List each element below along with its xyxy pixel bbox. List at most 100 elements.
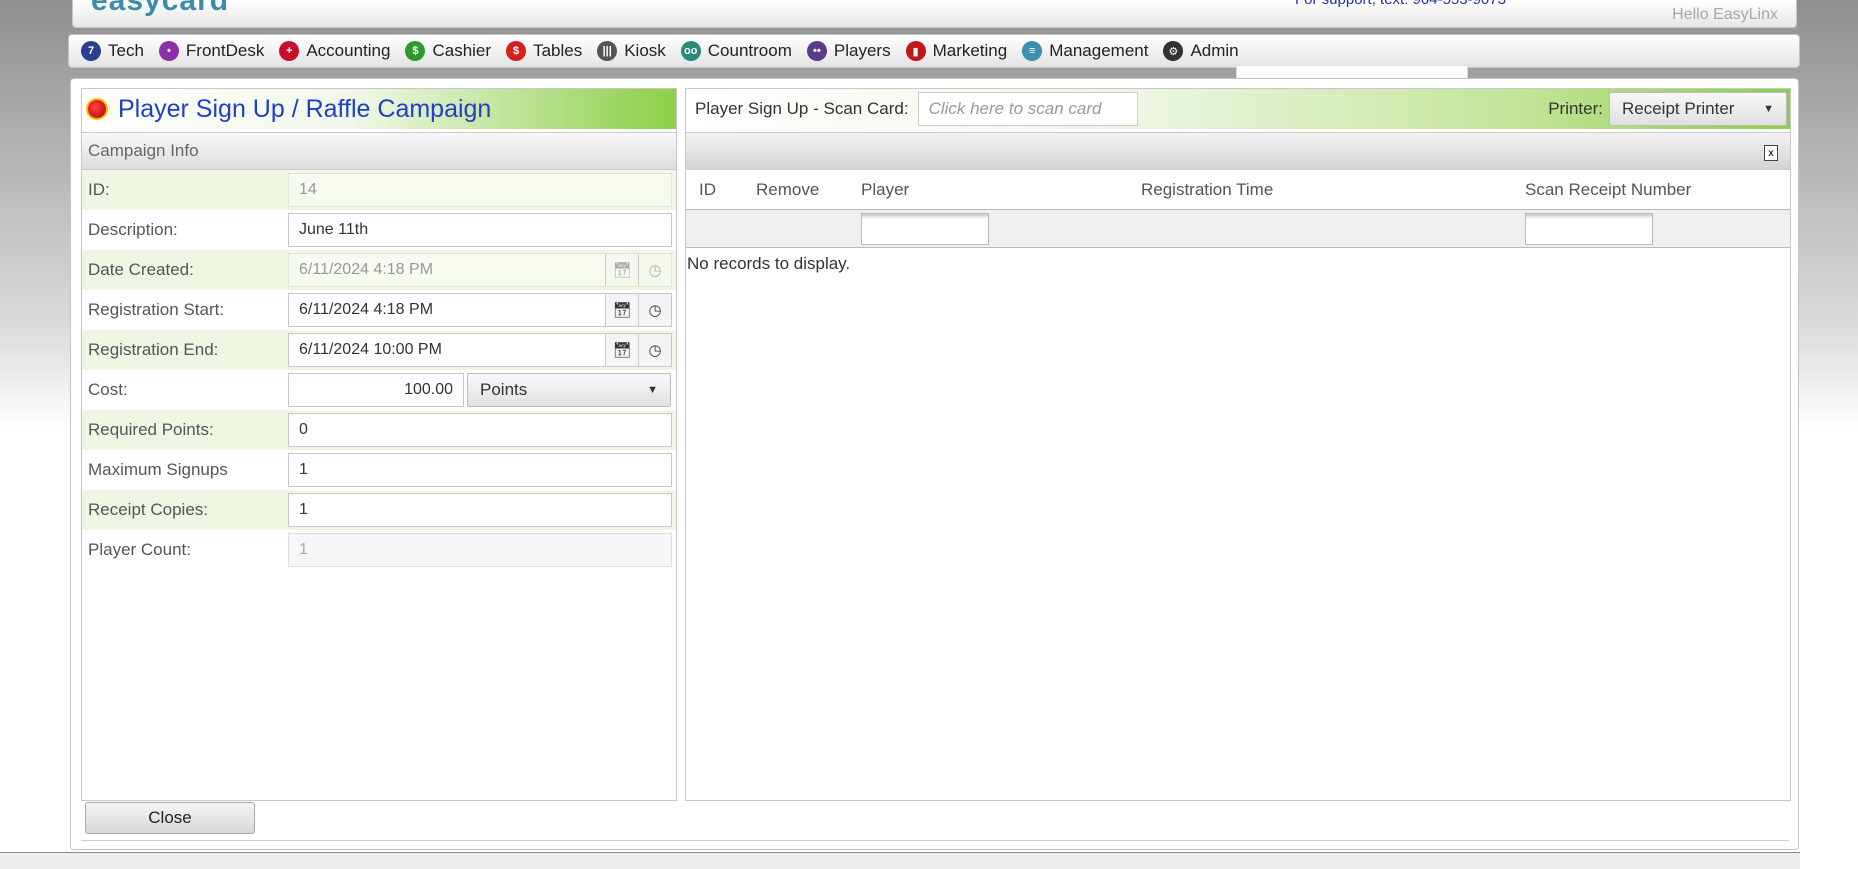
nav-item-label: Tables xyxy=(533,41,583,60)
management-icon: ≡ xyxy=(1022,41,1043,61)
nav-item-label: Accounting xyxy=(306,41,391,60)
cost-unit-value: Points xyxy=(480,380,528,399)
nav-item-marketing[interactable]: ▮ Marketing xyxy=(900,35,1017,67)
registration-end-input[interactable]: 6/11/2024 10:00 PM xyxy=(289,341,605,359)
scan-receipt-filter-input[interactable] xyxy=(1525,212,1653,245)
nav-item-label: Players xyxy=(833,41,891,60)
printer-value: Receipt Printer xyxy=(1622,99,1735,118)
countroom-icon: oo xyxy=(680,41,701,61)
nav-item-countroom[interactable]: oo Countroom xyxy=(675,35,801,67)
maximum-signups-input[interactable]: 1 xyxy=(288,453,672,487)
empty-message: No records to display. xyxy=(687,254,851,273)
taskbar-strip xyxy=(0,852,1800,869)
scan-bar: Player Sign Up - Scan Card: Click here t… xyxy=(686,89,1790,129)
maximum-signups-label: Maximum Signups xyxy=(88,460,228,479)
calendar-icon[interactable]: 📅︎ xyxy=(605,294,638,326)
excel-export-icon[interactable]: x xyxy=(1764,145,1778,161)
nav-item-tables[interactable]: $ Tables xyxy=(500,35,591,67)
player-count-label: Player Count: xyxy=(88,540,191,559)
registration-start-label: Registration Start: xyxy=(88,300,225,319)
grid-filter-row xyxy=(686,210,1790,248)
column-header-player[interactable]: Player xyxy=(861,180,1141,200)
description-row: Description: June 11th xyxy=(82,210,676,250)
cost-row: Cost: 100.00 Points ▼ xyxy=(82,370,676,410)
nav-item-label: Tech xyxy=(108,41,144,60)
main-nav: 7 Tech • FrontDesk + Accounting $ Cashier $ Table… xyxy=(68,34,1800,68)
nav-item-frontdesk[interactable]: • FrontDesk xyxy=(153,35,273,67)
nav-item-cashier[interactable]: $ Cashier xyxy=(399,35,500,67)
app-logo: easycard xyxy=(91,0,230,17)
receipt-copies-input[interactable]: 1 xyxy=(288,493,672,527)
nav-item-players[interactable]: •• Players xyxy=(801,35,900,67)
nav-item-admin[interactable]: ⚙ Admin xyxy=(1157,35,1247,67)
registration-start-row: Registration Start: 6/11/2024 4:18 PM 📅︎… xyxy=(82,290,676,330)
nav-item-label: Countroom xyxy=(707,41,792,60)
signup-panel: Player Sign Up - Scan Card: Click here t… xyxy=(685,88,1791,801)
campaign-window: Player Sign Up / Raffle Campaign Campaig… xyxy=(70,78,1799,850)
receipt-copies-row: Receipt Copies: 1 xyxy=(82,490,676,530)
player-count-field: 1 xyxy=(288,533,672,567)
caret-down-icon: ▼ xyxy=(647,384,658,396)
tech-icon: 7 xyxy=(81,41,101,61)
player-count-row: Player Count: 1 xyxy=(82,530,676,570)
nav-item-tech[interactable]: 7 Tech xyxy=(75,35,153,67)
nav-item-accounting[interactable]: + Accounting xyxy=(273,35,399,67)
date-created-row: Date Created: 6/11/2024 4:18 PM 📅︎ ◷ xyxy=(82,250,676,290)
cost-controls: 100.00 Points ▼ xyxy=(288,373,671,407)
date-created-picker: 6/11/2024 4:18 PM 📅︎ ◷ xyxy=(288,253,672,287)
app-header: easycard For support, text: 904-553-9073… xyxy=(72,0,1797,28)
printer-select[interactable]: Receipt Printer ▼ xyxy=(1609,92,1787,126)
column-header-registration-time[interactable]: Registration Time xyxy=(1141,180,1525,200)
campaign-title-bar: Player Sign Up / Raffle Campaign xyxy=(82,89,676,129)
clock-icon[interactable]: ◷ xyxy=(638,334,671,366)
clock-icon[interactable]: ◷ xyxy=(638,294,671,326)
id-label: ID: xyxy=(88,180,110,199)
nav-item-label: Kiosk xyxy=(624,41,666,60)
description-label: Description: xyxy=(88,220,178,239)
caret-down-icon: ▼ xyxy=(1763,103,1774,115)
marketing-icon xyxy=(86,98,108,120)
registration-end-row: Registration End: 6/11/2024 10:00 PM 📅︎ … xyxy=(82,330,676,370)
registration-start-input[interactable]: 6/11/2024 4:18 PM xyxy=(289,301,605,319)
cashier-icon: $ xyxy=(405,41,426,61)
scan-card-input[interactable]: Click here to scan card xyxy=(917,92,1138,126)
frontdesk-icon: • xyxy=(158,41,179,61)
description-input[interactable]: June 11th xyxy=(288,213,672,247)
required-points-row: Required Points: 0 xyxy=(82,410,676,450)
required-points-label: Required Points: xyxy=(88,420,214,439)
receipt-copies-label: Receipt Copies: xyxy=(88,500,209,519)
window-footer-divider xyxy=(81,840,1789,841)
page-title: Player Sign Up / Raffle Campaign xyxy=(118,94,492,123)
id-field: 14 xyxy=(288,173,672,207)
nav-item-label: Cashier xyxy=(432,41,492,60)
scan-label: Player Sign Up - Scan Card: xyxy=(695,99,909,118)
support-text: For support, text: 904-553-9073 xyxy=(1295,0,1506,8)
grid-header: ID Remove Player Registration Time Scan … xyxy=(686,170,1790,210)
nav-item-label: Admin xyxy=(1190,41,1239,60)
nav-item-label: Management xyxy=(1049,41,1149,60)
admin-icon: ⚙ xyxy=(1163,41,1184,61)
required-points-input[interactable]: 0 xyxy=(288,413,672,447)
campaign-panel: Player Sign Up / Raffle Campaign Campaig… xyxy=(81,88,677,801)
maximum-signups-row: Maximum Signups 1 xyxy=(82,450,676,490)
calendar-icon: 📅︎ xyxy=(605,254,638,286)
nav-item-label: FrontDesk xyxy=(185,41,265,60)
players-icon: •• xyxy=(806,41,827,61)
column-header-scan-receipt[interactable]: Scan Receipt Number xyxy=(1525,180,1790,200)
column-header-id[interactable]: ID xyxy=(686,180,756,200)
marketing-icon: ▮ xyxy=(905,41,926,61)
registration-end-label: Registration End: xyxy=(88,340,219,359)
player-filter-input[interactable] xyxy=(861,212,989,245)
cost-input[interactable]: 100.00 xyxy=(288,373,464,407)
kiosk-icon: ||| xyxy=(597,41,618,61)
column-header-remove[interactable]: Remove xyxy=(756,180,861,200)
nav-item-kiosk[interactable]: ||| Kiosk xyxy=(591,35,675,67)
calendar-icon[interactable]: 📅︎ xyxy=(605,334,638,366)
campaign-info-section: Campaign Info xyxy=(82,132,676,170)
date-created-label: Date Created: xyxy=(88,260,194,279)
greeting-text: Hello EasyLinx xyxy=(1672,6,1778,23)
cost-unit-select[interactable]: Points ▼ xyxy=(467,373,671,407)
nav-item-management[interactable]: ≡ Management xyxy=(1016,35,1157,67)
close-button[interactable]: Close xyxy=(85,802,255,834)
accounting-icon: + xyxy=(279,41,300,61)
